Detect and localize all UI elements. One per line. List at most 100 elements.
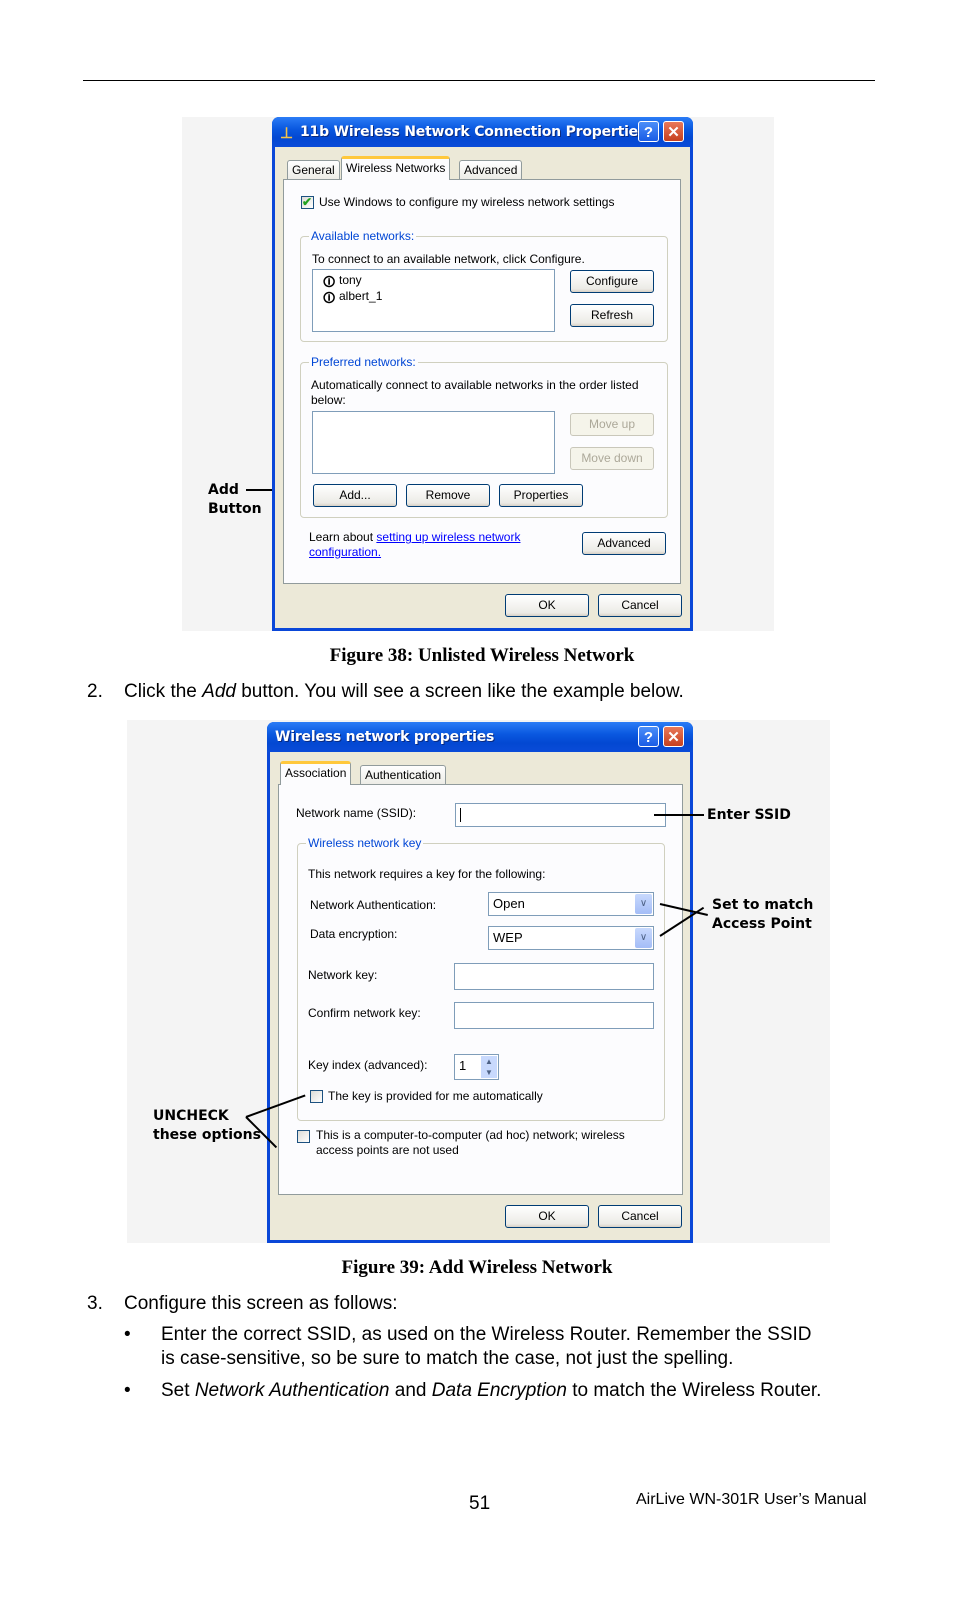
text-cursor <box>460 808 461 822</box>
check-icon: ✔ <box>302 195 313 209</box>
configure-button[interactable]: Configure <box>570 270 654 293</box>
use-windows-label[interactable]: Use Windows to configure my wireless net… <box>319 195 614 209</box>
cancel-button[interactable]: Cancel <box>598 594 682 617</box>
selected-value: Open <box>493 896 525 911</box>
bullet-text-part: and <box>389 1380 432 1401</box>
annotation-text: UNCHECK <box>153 1108 229 1124</box>
spin-down-icon[interactable]: ▼ <box>481 1067 497 1078</box>
manual-title: AirLive WN-301R User’s Manual <box>636 1491 867 1508</box>
tab-wireless-networks[interactable]: Wireless Networks <box>341 156 451 180</box>
network-key-input[interactable] <box>454 963 654 990</box>
advanced-button[interactable]: Advanced <box>582 532 666 555</box>
tab-general[interactable]: General <box>287 160 340 180</box>
add-button[interactable]: Add... <box>313 484 397 507</box>
help-button[interactable]: ? <box>638 726 659 747</box>
title-bar[interactable]: Wireless network properties ? ✕ <box>267 722 693 752</box>
refresh-button[interactable]: Refresh <box>570 304 654 327</box>
header-rule <box>83 80 875 81</box>
preferred-instruction: below: <box>311 393 346 407</box>
adhoc-label[interactable]: This is a computer-to-computer (ad hoc) … <box>316 1128 625 1142</box>
network-authentication-select[interactable]: Open ∨ <box>488 892 654 916</box>
annotation-text: Access Point <box>712 916 812 932</box>
annotation-enter-ssid: Enter SSID <box>707 807 791 823</box>
available-instruction: To connect to an available network, clic… <box>312 252 585 266</box>
spin-up-icon[interactable]: ▲ <box>481 1056 497 1067</box>
close-button[interactable]: ✕ <box>663 121 684 142</box>
tab-panel: ✔ Use Windows to configure my wireless n… <box>283 179 681 584</box>
preferred-networks-list[interactable] <box>312 411 555 474</box>
remove-button[interactable]: Remove <box>406 484 490 507</box>
step3-text: Configure this screen as follows: <box>124 1293 398 1314</box>
move-up-button[interactable]: Move up <box>570 413 654 436</box>
ssid-label: Network name (SSID): <box>296 806 417 820</box>
wireless-network-properties-window: Wireless network properties ? ✕ Associat… <box>267 722 693 1243</box>
wireless-key-group: Wireless network key This network requir… <box>297 836 665 1121</box>
bullet-icon: • <box>124 1380 131 1401</box>
title-bar[interactable]: ⊥ 11b Wireless Network Connection Proper… <box>272 117 693 147</box>
bullet-text-italic: Data Encryption <box>431 1380 567 1401</box>
use-windows-checkbox[interactable]: ✔ <box>301 196 314 209</box>
step2-text-part: Click the <box>124 681 203 702</box>
annotation-pointer <box>654 814 704 816</box>
spinner-value: 1 <box>459 1058 467 1073</box>
ok-button[interactable]: OK <box>505 1205 589 1228</box>
adhoc-checkbox[interactable] <box>297 1130 310 1143</box>
available-networks-group: Available networks: To connect to an ava… <box>300 229 668 342</box>
auto-key-label[interactable]: The key is provided for me automatically <box>328 1089 543 1103</box>
wireless-key-label: Wireless network key <box>306 836 424 850</box>
network-connection-icon: ⊥ <box>280 125 294 142</box>
ssid-input[interactable] <box>455 803 666 827</box>
available-networks-label: Available networks: <box>309 229 417 243</box>
tab-advanced[interactable]: Advanced <box>459 160 523 180</box>
preferred-networks-label: Preferred networks: <box>309 355 418 369</box>
bullet-text-part: to match the Wireless Router. <box>566 1380 822 1401</box>
preferred-networks-group: Preferred networks: Automatically connec… <box>300 355 668 518</box>
available-networks-list[interactable]: 🛈︎ tony 🛈︎ albert_1 <box>312 269 555 332</box>
tab-association[interactable]: Association <box>280 761 352 785</box>
move-down-button[interactable]: Move down <box>570 447 654 470</box>
close-button[interactable]: ✕ <box>663 726 684 747</box>
bullet-text: is case-sensitive, so be sure to match t… <box>161 1348 734 1369</box>
setup-help-link[interactable]: configuration. <box>309 545 381 559</box>
network-key-label: Network key: <box>308 968 378 982</box>
annotation-text: Button <box>208 501 262 517</box>
data-encryption-select[interactable]: WEP ∨ <box>488 926 654 950</box>
adhoc-label[interactable]: access points are not used <box>316 1143 459 1157</box>
annotation-set-to-match: Set to match Access Point <box>712 896 813 934</box>
setup-help-link[interactable]: setting up wireless network <box>376 530 520 544</box>
antenna-icon: 🛈︎ <box>323 291 336 305</box>
step2-number: 2. <box>87 681 103 702</box>
network-list-item[interactable]: albert_1 <box>339 289 382 303</box>
annotation-text: Set to match <box>712 897 814 913</box>
bullet-text: Set Network Authentication and Data Encr… <box>161 1380 821 1402</box>
bullet-text: Enter the correct SSID, as used on the W… <box>161 1324 812 1345</box>
confirm-key-input[interactable] <box>454 1002 654 1029</box>
step3-number: 3. <box>87 1293 103 1314</box>
properties-button[interactable]: Properties <box>499 484 583 507</box>
figure39-caption: Figure 39: Add Wireless Network <box>341 1257 613 1278</box>
chevron-down-icon[interactable]: ∨ <box>635 928 652 948</box>
cancel-button[interactable]: Cancel <box>598 1205 682 1228</box>
ok-button[interactable]: OK <box>505 594 589 617</box>
step2-text: Click the Add button. You will see a scr… <box>124 681 684 703</box>
auto-key-checkbox[interactable] <box>310 1090 323 1103</box>
network-authentication-label: Network Authentication: <box>310 898 437 912</box>
step2-text-italic: Add <box>202 681 236 702</box>
window-title: Wireless network properties <box>275 729 495 745</box>
network-list-item[interactable]: tony <box>339 273 362 287</box>
key-index-label: Key index (advanced): <box>308 1058 428 1072</box>
bullet-text-part: Set <box>161 1380 195 1401</box>
help-button[interactable]: ? <box>638 121 659 142</box>
tab-authentication[interactable]: Authentication <box>360 765 447 785</box>
network-list-item[interactable]: 🛈︎ <box>323 289 335 310</box>
chevron-down-icon[interactable]: ∨ <box>635 894 652 914</box>
key-index-spinner[interactable]: 1 ▲ ▼ <box>454 1054 499 1080</box>
bullet-icon: • <box>124 1324 131 1345</box>
annotation-uncheck: UNCHECK these options <box>153 1107 261 1145</box>
antenna-icon: 🛈︎ <box>323 275 336 289</box>
step2-text-part: button. You will see a screen like the e… <box>235 681 684 702</box>
connection-properties-window: ⊥ 11b Wireless Network Connection Proper… <box>272 117 693 631</box>
learn-about-text: Learn about setting up wireless network <box>309 530 520 544</box>
selected-value: WEP <box>493 930 523 945</box>
window-title: 11b Wireless Network Connection Properti… <box>300 124 647 140</box>
